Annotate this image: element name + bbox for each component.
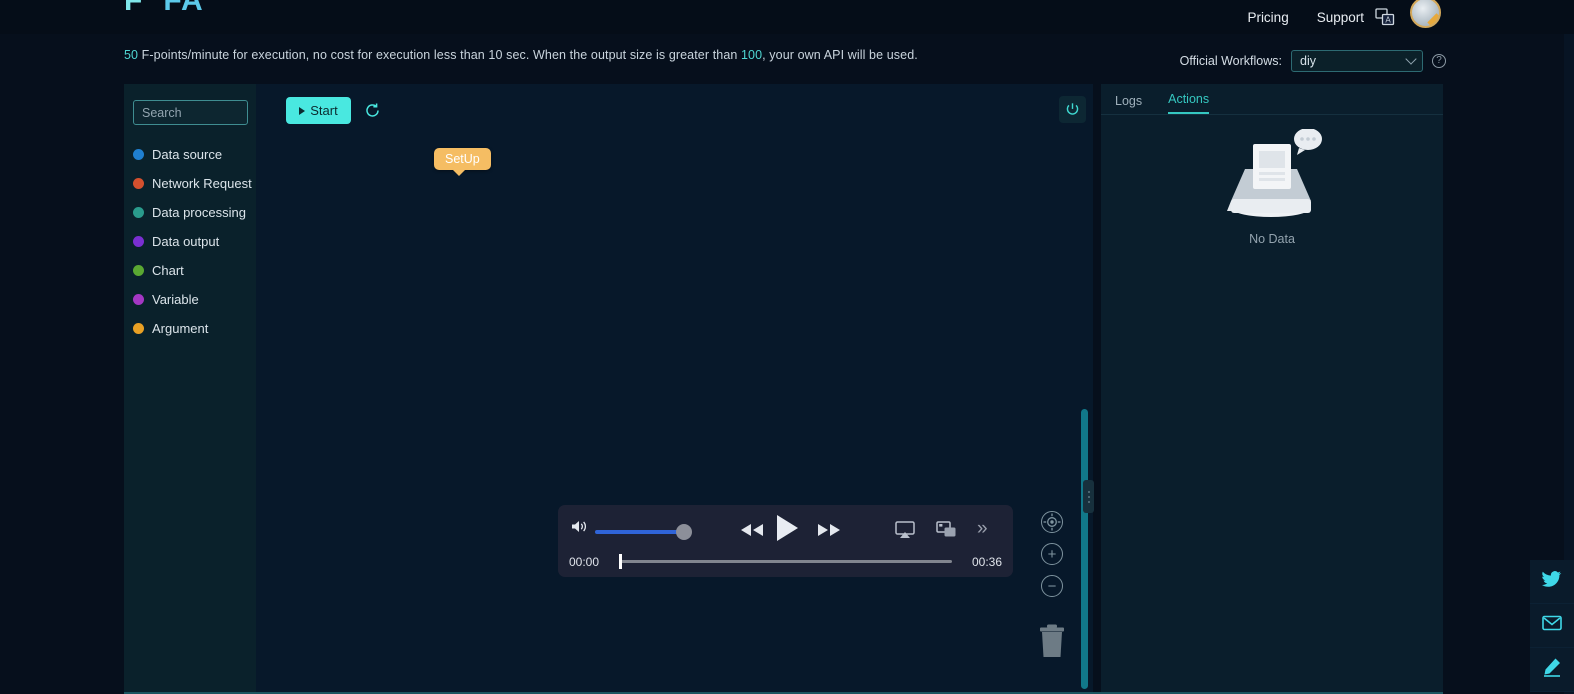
empty-state-label: No Data (1249, 232, 1295, 246)
play-triangle-icon (299, 106, 306, 115)
empty-state: No Data (1101, 129, 1443, 246)
picture-in-picture-button[interactable] (936, 521, 957, 544)
twitter-button[interactable] (1530, 560, 1574, 604)
search-input[interactable] (133, 100, 248, 125)
category-dot (133, 294, 144, 305)
header-nav: Pricing Support (1247, 0, 1364, 34)
top-header: FOFA Pricing Support A (0, 0, 1574, 34)
category-dot (133, 236, 144, 247)
email-button[interactable] (1530, 604, 1574, 648)
nav-link-pricing[interactable]: Pricing (1247, 10, 1288, 25)
twitter-icon (1542, 570, 1562, 593)
category-dot (133, 207, 144, 218)
canvas-scrollbar[interactable] (1081, 409, 1094, 689)
total-time: 00:36 (971, 555, 1002, 569)
category-label: Chart (152, 263, 184, 278)
power-icon[interactable] (1059, 96, 1086, 123)
sidebar-item-data-source[interactable]: Data source (124, 140, 256, 169)
logo-o-glyph: O (143, 0, 163, 18)
rewind-button[interactable] (740, 523, 764, 542)
player-progress-row: 00:00 00:36 (558, 549, 1013, 577)
workflow-select[interactable]: diy (1291, 50, 1423, 72)
category-label: Argument (152, 321, 209, 336)
sidebar-item-chart[interactable]: Chart (124, 256, 256, 285)
more-controls-button[interactable]: » (977, 519, 988, 538)
no-data-illustration (1226, 129, 1322, 217)
player-main-row: » (558, 505, 1013, 549)
handle-dot (1087, 500, 1090, 503)
app-root: FOFA Pricing Support A 50 F-points/minut… (0, 0, 1574, 694)
nav-link-support[interactable]: Support (1317, 10, 1364, 25)
category-label: Network Request (152, 176, 252, 191)
canvas-toolbar: Start (286, 97, 381, 124)
video-player-controls: » 00:00 00:36 (558, 505, 1013, 577)
start-button[interactable]: Start (286, 97, 351, 124)
user-avatar[interactable] (1410, 0, 1441, 28)
sidebar-item-variable[interactable]: Variable (124, 285, 256, 314)
category-label: Data processing (152, 205, 246, 220)
target-icon[interactable] (1041, 511, 1063, 533)
workflow-canvas[interactable]: Start SetUp + − » 00:00 00:36 (256, 84, 1094, 694)
volume-slider-knob[interactable] (676, 524, 692, 540)
tab-actions[interactable]: Actions (1168, 92, 1210, 114)
svg-text:A: A (1385, 16, 1391, 25)
zoom-in-button[interactable]: + (1041, 543, 1063, 565)
translate-icon[interactable]: A (1374, 0, 1396, 34)
fast-forward-button[interactable] (817, 523, 841, 542)
notice-points: 50 (124, 48, 139, 62)
play-button[interactable] (772, 513, 802, 548)
notice-bar: 50 F-points/minute for execution, no cos… (124, 48, 918, 62)
sidebar-item-data-processing[interactable]: Data processing (124, 198, 256, 227)
right-panel: Logs Actions No Data (1101, 84, 1443, 694)
notice-text-after: , your own API will be used. (762, 48, 918, 62)
category-dot (133, 265, 144, 276)
scrollbar-handle[interactable] (1083, 480, 1094, 513)
progress-handle[interactable] (619, 554, 622, 569)
sidebar-item-argument[interactable]: Argument (124, 314, 256, 343)
airplay-button[interactable] (895, 521, 915, 544)
volume-icon[interactable] (571, 519, 588, 539)
canvas-controls: + − (1037, 511, 1067, 664)
category-list: Data source Network Request Data process… (124, 140, 256, 343)
trash-icon[interactable] (1037, 621, 1067, 664)
sidebar-item-network-request[interactable]: Network Request (124, 169, 256, 198)
refresh-icon[interactable] (364, 102, 381, 119)
handle-dot (1087, 495, 1090, 498)
handle-dot (1087, 490, 1090, 493)
floating-action-bar (1530, 560, 1574, 692)
category-label: Variable (152, 292, 199, 307)
category-dot (133, 178, 144, 189)
workflow-label: Official Workflows: (1179, 54, 1282, 68)
notice-threshold: 100 (741, 48, 763, 62)
panel-tabs: Logs Actions (1101, 84, 1443, 115)
category-label: Data output (152, 234, 220, 249)
mail-icon (1542, 615, 1562, 636)
category-label: Data source (152, 147, 223, 162)
sidebar-item-data-output[interactable]: Data output (124, 227, 256, 256)
node-setup[interactable]: SetUp (434, 148, 491, 176)
zoom-out-button[interactable]: − (1041, 575, 1063, 597)
notice-text-before: F-points/minute for execution, no cost f… (138, 48, 741, 62)
progress-slider[interactable] (620, 560, 952, 563)
pencil-icon (1542, 657, 1562, 682)
category-dot (133, 323, 144, 334)
start-button-label: Start (310, 103, 338, 118)
feedback-button[interactable] (1530, 648, 1574, 692)
workflow-selected-value: diy (1300, 54, 1316, 68)
help-icon[interactable]: ? (1432, 54, 1446, 68)
left-sidebar: Data source Network Request Data process… (124, 84, 256, 694)
current-time: 00:00 (569, 555, 600, 569)
workflow-selector-group: Official Workflows: diy ? (1180, 50, 1446, 72)
fofa-logo[interactable]: FOFA (124, 0, 204, 18)
chevron-down-icon (1405, 53, 1417, 65)
tab-logs[interactable]: Logs (1115, 94, 1142, 114)
volume-slider[interactable] (595, 530, 688, 534)
category-dot (133, 149, 144, 160)
